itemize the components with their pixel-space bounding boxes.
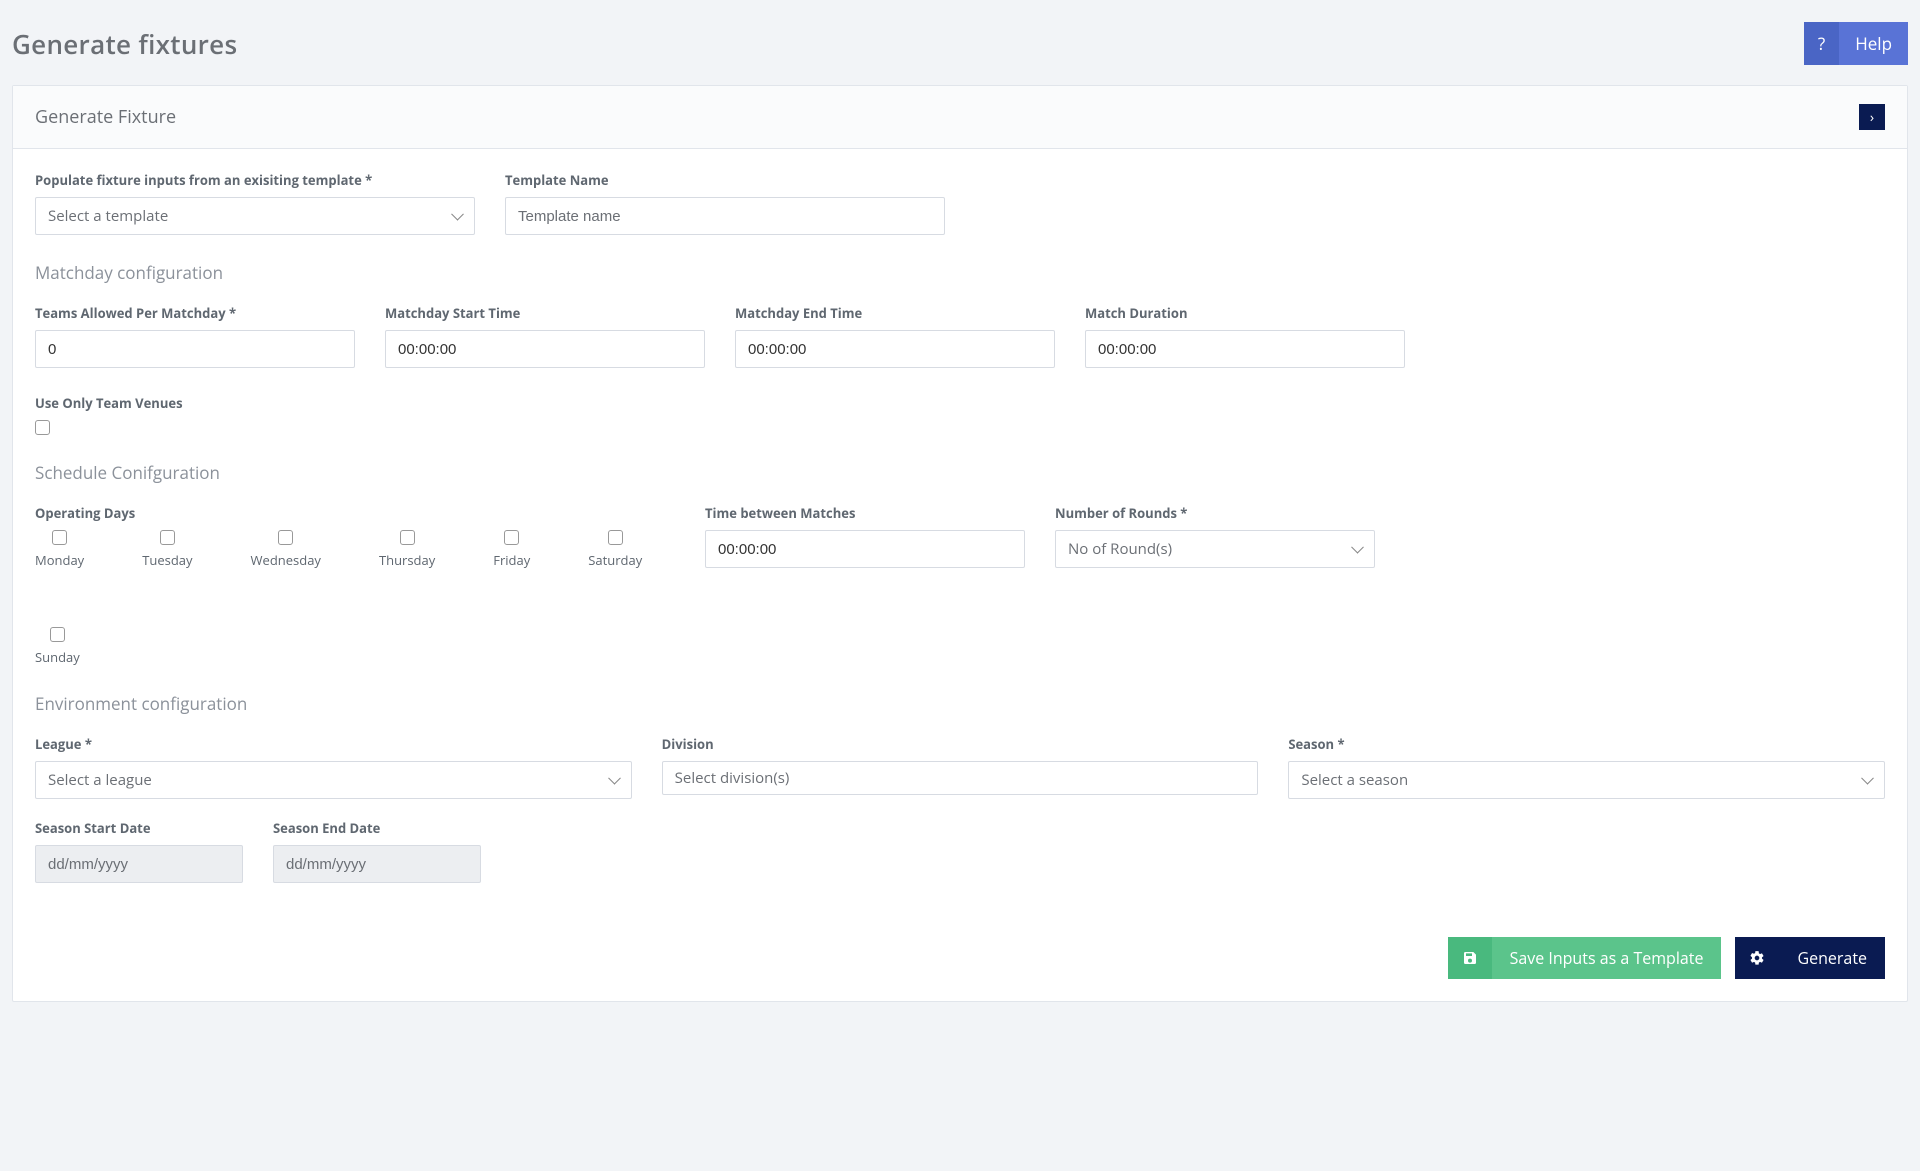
matchday-end-time-input[interactable] (735, 330, 1055, 368)
card-title: Generate Fixture (35, 105, 176, 129)
teams-per-matchday-label: Teams Allowed Per Matchday * (35, 304, 355, 322)
help-button[interactable]: ? Help (1804, 22, 1908, 65)
schedule-section-title: Schedule Conifguration (35, 461, 1885, 484)
day-label-tuesday: Tuesday (142, 551, 192, 569)
season-end-date-label: Season End Date (273, 819, 481, 837)
save-template-button[interactable]: Save Inputs as a Template (1448, 937, 1722, 979)
teams-per-matchday-input[interactable] (35, 330, 355, 368)
help-label: Help (1839, 22, 1908, 65)
season-label: Season * (1288, 735, 1885, 753)
environment-section-title: Environment configuration (35, 692, 1885, 715)
league-select[interactable]: Select a league (35, 761, 632, 799)
league-select-value: Select a league (48, 770, 152, 790)
number-of-rounds-value: No of Round(s) (1068, 539, 1172, 559)
template-name-label: Template Name (505, 171, 945, 189)
division-placeholder: Select division(s) (675, 768, 790, 788)
template-name-input[interactable] (505, 197, 945, 235)
season-select[interactable]: Select a season (1288, 761, 1885, 799)
day-checkbox-wednesday[interactable] (278, 530, 293, 545)
season-end-date-input (273, 845, 481, 883)
day-label-saturday: Saturday (588, 551, 642, 569)
generate-button[interactable]: Generate (1735, 937, 1885, 979)
day-label-friday: Friday (493, 551, 530, 569)
season-start-date-label: Season Start Date (35, 819, 243, 837)
day-checkbox-monday[interactable] (52, 530, 67, 545)
day-checkbox-tuesday[interactable] (160, 530, 175, 545)
page-title: Generate fixtures (12, 26, 237, 62)
day-label-sunday: Sunday (35, 648, 80, 666)
template-select-value: Select a template (48, 206, 168, 226)
use-only-team-venues-checkbox[interactable] (35, 420, 50, 435)
save-icon (1448, 937, 1492, 979)
day-checkbox-saturday[interactable] (608, 530, 623, 545)
collapse-button[interactable]: › (1859, 104, 1885, 130)
use-only-team-venues-label: Use Only Team Venues (35, 394, 183, 412)
match-duration-input[interactable] (1085, 330, 1405, 368)
operating-days-label: Operating Days (35, 504, 675, 522)
league-label: League * (35, 735, 632, 753)
save-template-label: Save Inputs as a Template (1492, 937, 1722, 979)
division-label: Division (662, 735, 1259, 753)
chevron-right-icon: › (1870, 108, 1874, 127)
operating-days-row: Monday Tuesday Wednesday Thursday (35, 530, 675, 666)
matchday-start-time-label: Matchday Start Time (385, 304, 705, 322)
division-multiselect[interactable]: Select division(s) (662, 761, 1259, 795)
matchday-start-time-input[interactable] (385, 330, 705, 368)
day-label-monday: Monday (35, 551, 84, 569)
day-label-thursday: Thursday (379, 551, 435, 569)
matchday-end-time-label: Matchday End Time (735, 304, 1055, 322)
time-between-matches-input[interactable] (705, 530, 1025, 568)
matchday-section-title: Matchday configuration (35, 261, 1885, 284)
day-checkbox-friday[interactable] (504, 530, 519, 545)
template-select[interactable]: Select a template (35, 197, 475, 235)
day-label-wednesday: Wednesday (251, 551, 321, 569)
help-icon: ? (1804, 22, 1839, 65)
gears-icon (1735, 937, 1779, 979)
day-checkbox-thursday[interactable] (400, 530, 415, 545)
time-between-matches-label: Time between Matches (705, 504, 1025, 522)
season-start-date-input (35, 845, 243, 883)
number-of-rounds-label: Number of Rounds * (1055, 504, 1375, 522)
generate-fixture-card: Generate Fixture › Populate fixture inpu… (12, 85, 1908, 1002)
season-select-value: Select a season (1301, 770, 1408, 790)
day-checkbox-sunday[interactable] (50, 627, 65, 642)
number-of-rounds-select[interactable]: No of Round(s) (1055, 530, 1375, 568)
match-duration-label: Match Duration (1085, 304, 1405, 322)
populate-template-label: Populate fixture inputs from an exisitin… (35, 171, 475, 189)
generate-label: Generate (1779, 937, 1885, 979)
